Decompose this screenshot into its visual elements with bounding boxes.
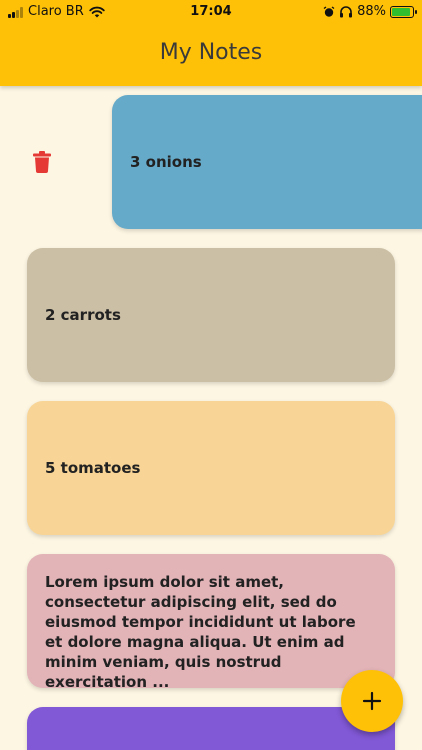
note-text: 3 onions — [130, 153, 202, 171]
note-text: 5 tomatoes — [45, 459, 141, 477]
note-card[interactable] — [27, 707, 395, 750]
trash-icon[interactable] — [33, 151, 51, 173]
battery-charging-icon — [390, 5, 417, 18]
note-text: Lorem ipsum dolor sit amet, consectetur … — [45, 573, 356, 691]
alarm-icon — [323, 5, 335, 17]
add-note-button[interactable] — [341, 670, 403, 732]
status-bar: Claro BR 17:04 88% — [0, 0, 422, 24]
page-title: My Notes — [159, 40, 263, 65]
note-card[interactable]: 2 carrots — [27, 248, 395, 382]
note-card[interactable]: 5 tomatoes — [27, 401, 395, 535]
battery-percent: 88% — [357, 4, 386, 19]
note-card[interactable]: Lorem ipsum dolor sit amet, consectetur … — [27, 554, 395, 691]
note-card[interactable]: 3 onions — [112, 95, 422, 229]
headphones-icon — [340, 5, 353, 17]
app-header: Claro BR 17:04 88% My Notes — [0, 0, 422, 86]
note-text: 2 carrots — [45, 306, 121, 324]
plus-icon — [362, 691, 382, 711]
